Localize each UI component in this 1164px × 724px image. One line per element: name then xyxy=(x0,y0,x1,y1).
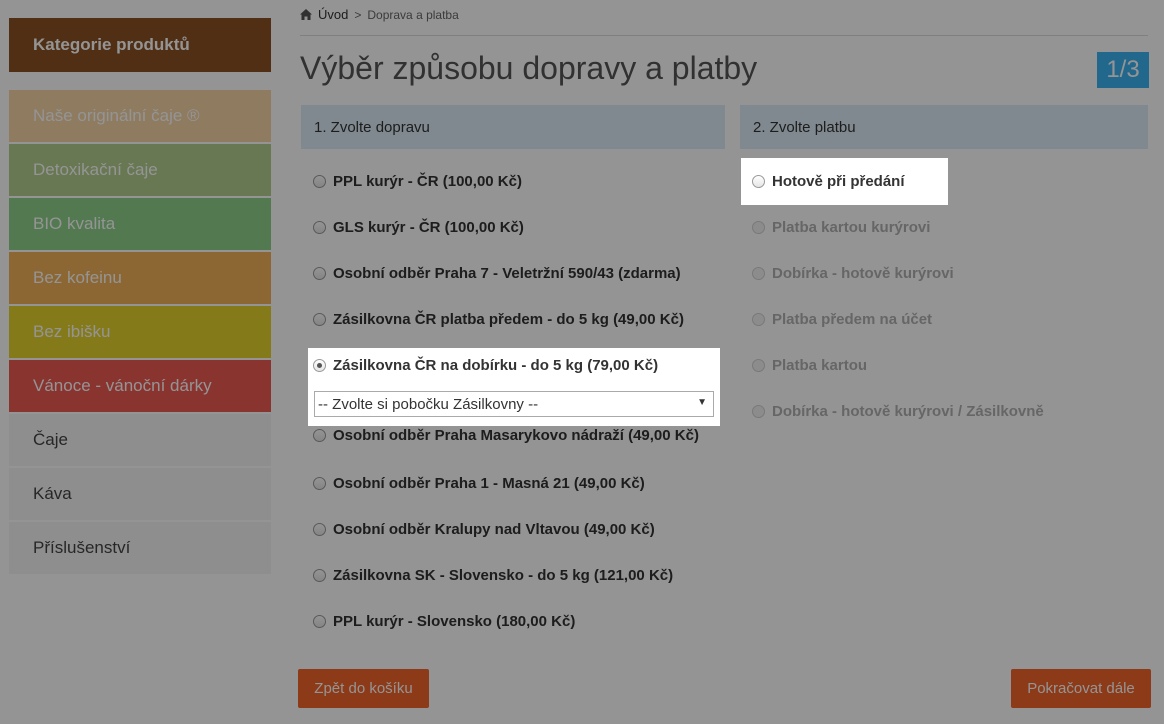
category-item-christmas[interactable]: Vánoce - vánoční dárky xyxy=(9,360,271,412)
category-item-caffeine-free[interactable]: Bez kofeinu xyxy=(9,252,271,304)
category-item-hibiscus-free[interactable]: Bez ibišku xyxy=(9,306,271,358)
shipping-option-label: Osobní odběr Praha 7 - Veletržní 590/43 … xyxy=(333,264,681,282)
dropdown-arrow-icon: ▼ xyxy=(697,397,707,408)
shipping-option[interactable]: Osobní odběr Praha 7 - Veletržní 590/43 … xyxy=(313,262,681,284)
payment-heading: 2. Zvolte platbu xyxy=(740,105,1148,149)
branch-select[interactable]: -- Zvolte si pobočku Zásilkovny -- ▼ xyxy=(314,391,714,417)
shipping-option[interactable]: Osobní odběr Praha Masarykovo nádraží (4… xyxy=(313,424,699,446)
category-item-original-teas[interactable]: Naše originální čaje ® xyxy=(9,90,271,142)
shipping-option-label: PPL kurýr - Slovensko (180,00 Kč) xyxy=(333,612,576,630)
radio-button[interactable] xyxy=(313,220,326,234)
payment-option: Dobírka - hotově kurýrovi / Zásilkovně xyxy=(752,400,1044,422)
radio-button[interactable] xyxy=(313,476,326,490)
radio-button[interactable] xyxy=(313,614,326,628)
payment-option-label: Dobírka - hotově kurýrovi / Zásilkovně xyxy=(772,402,1044,420)
shipping-option[interactable]: PPL kurýr - ČR (100,00 Kč) xyxy=(313,170,522,192)
shipping-option[interactable]: Osobní odběr Praha 1 - Masná 21 (49,00 K… xyxy=(313,472,645,494)
shipping-option[interactable]: Osobní odběr Kralupy nad Vltavou (49,00 … xyxy=(313,518,655,540)
radio-button[interactable] xyxy=(313,174,326,188)
shipping-option-label: Osobní odběr Praha 1 - Masná 21 (49,00 K… xyxy=(333,474,645,492)
category-header: Kategorie produktů xyxy=(9,18,271,72)
payment-option-label: Dobírka - hotově kurýrovi xyxy=(772,264,954,282)
breadcrumb-divider xyxy=(300,35,1148,36)
shipping-option-selected[interactable]: Zásilkovna ČR na dobírku - do 5 kg (79,0… xyxy=(313,354,658,376)
shipping-option-label: GLS kurýr - ČR (100,00 Kč) xyxy=(333,218,524,236)
checkout-page: Kategorie produktů Naše originální čaje … xyxy=(0,0,1164,724)
radio-button xyxy=(752,220,765,234)
radio-button xyxy=(752,312,765,326)
category-list: Naše originální čaje ® Detoxikační čaje … xyxy=(9,90,271,574)
shipping-option-label: Zásilkovna ČR platba předem - do 5 kg (4… xyxy=(333,310,684,328)
breadcrumb-separator: > xyxy=(354,7,362,22)
radio-button xyxy=(752,404,765,418)
payment-option: Platba předem na účet xyxy=(752,308,932,330)
payment-option: Platba kartou xyxy=(752,354,867,376)
payment-option-label: Hotově při předání xyxy=(772,172,905,190)
payment-option: Platba kartou kurýrovi xyxy=(752,216,930,238)
shipping-heading: 1. Zvolte dopravu xyxy=(301,105,725,149)
breadcrumb-home-link[interactable]: Úvod xyxy=(318,7,348,22)
back-to-cart-button[interactable]: Zpět do košíku xyxy=(298,669,429,708)
category-item-bio[interactable]: BIO kvalita xyxy=(9,198,271,250)
payment-option: Dobírka - hotově kurýrovi xyxy=(752,262,954,284)
shipping-option[interactable]: Zásilkovna ČR platba předem - do 5 kg (4… xyxy=(313,308,684,330)
branch-select-value: -- Zvolte si pobočku Zásilkovny -- xyxy=(318,395,539,413)
shipping-option-label: Osobní odběr Kralupy nad Vltavou (49,00 … xyxy=(333,520,655,538)
breadcrumb-current: Doprava a platba xyxy=(367,7,459,22)
shipping-option-label: PPL kurýr - ČR (100,00 Kč) xyxy=(333,172,522,190)
radio-button[interactable] xyxy=(752,174,765,188)
category-item-coffee[interactable]: Káva xyxy=(9,468,271,520)
step-badge: 1/3 xyxy=(1097,52,1149,88)
shipping-option[interactable]: GLS kurýr - ČR (100,00 Kč) xyxy=(313,216,524,238)
breadcrumb: Úvod > Doprava a platba xyxy=(300,7,459,22)
payment-option-label: Platba předem na účet xyxy=(772,310,933,328)
radio-button[interactable] xyxy=(313,522,326,536)
category-item-accessories[interactable]: Příslušenství xyxy=(9,522,271,574)
shipping-option-label: Osobní odběr Praha Masarykovo nádraží (4… xyxy=(333,426,699,444)
radio-button xyxy=(752,358,765,372)
shipping-option-label: Zásilkovna SK - Slovensko - do 5 kg (121… xyxy=(333,566,674,584)
radio-button[interactable] xyxy=(313,266,326,280)
continue-button[interactable]: Pokračovat dále xyxy=(1011,669,1151,708)
radio-button[interactable] xyxy=(313,428,326,442)
radio-button xyxy=(752,266,765,280)
payment-option-label: Platba kartou xyxy=(772,356,868,374)
shipping-option-label: Zásilkovna ČR na dobírku - do 5 kg (79,0… xyxy=(333,356,659,374)
radio-button[interactable] xyxy=(313,312,326,326)
payment-option-label: Platba kartou kurýrovi xyxy=(772,218,931,236)
category-item-detox-teas[interactable]: Detoxikační čaje xyxy=(9,144,271,196)
category-item-teas[interactable]: Čaje xyxy=(9,414,271,466)
category-sidebar: Kategorie produktů Naše originální čaje … xyxy=(9,18,271,576)
radio-button-checked[interactable] xyxy=(313,358,326,372)
payment-option[interactable]: Hotově při předání xyxy=(752,170,905,192)
home-icon xyxy=(300,9,312,20)
page-title: Výběr způsobu dopravy a platby xyxy=(300,50,758,86)
shipping-option[interactable]: PPL kurýr - Slovensko (180,00 Kč) xyxy=(313,610,575,632)
radio-button[interactable] xyxy=(313,568,326,582)
shipping-option[interactable]: Zásilkovna SK - Slovensko - do 5 kg (121… xyxy=(313,564,673,586)
